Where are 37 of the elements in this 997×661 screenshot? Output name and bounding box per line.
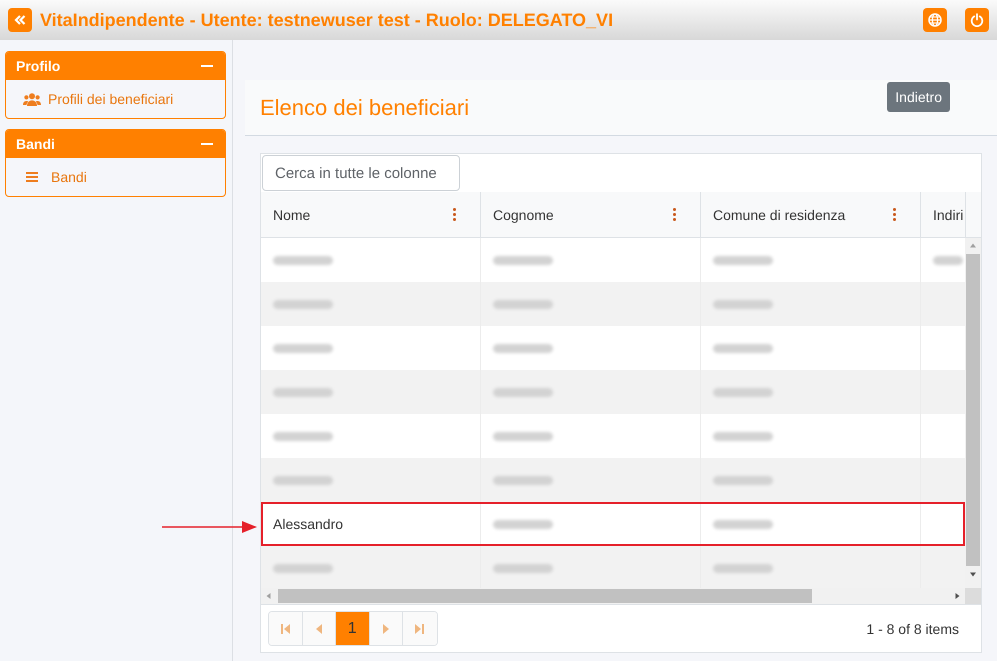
pager-info: 1 - 8 of 8 items — [866, 620, 959, 636]
column-header[interactable]: Comune di residenza — [713, 206, 846, 222]
page-title: Elenco dei beneficiari — [259, 94, 470, 122]
logout-button[interactable] — [965, 8, 989, 32]
language-button[interactable] — [923, 8, 947, 32]
skip-back-icon — [280, 624, 290, 634]
table-row[interactable]: Alessandro — [261, 502, 965, 546]
caret-left-icon — [316, 624, 322, 634]
globe-icon — [928, 13, 942, 27]
column-header[interactable]: Nome — [273, 206, 310, 222]
sidebar-item[interactable]: Bandi — [6, 158, 225, 196]
users-icon — [23, 92, 41, 106]
horizontal-scrollbar[interactable] — [261, 588, 965, 604]
scrollbar-thumb[interactable] — [278, 589, 812, 603]
table-row[interactable] — [261, 370, 965, 414]
sidebar-item[interactable]: Profili dei beneficiari — [6, 80, 225, 118]
skip-forward-icon — [415, 624, 424, 634]
double-chevron-left-icon — [14, 14, 26, 26]
vertical-scrollbar[interactable] — [965, 238, 981, 588]
scrollbar-thumb[interactable] — [966, 254, 980, 566]
menu-icon — [26, 172, 38, 182]
app-title: VitaIndipendente - Utente: testnewuser test - Ruolo: DELEGATO_VI — [40, 10, 614, 30]
caret-right-icon — [382, 624, 389, 634]
column-header[interactable]: Indiri — [933, 206, 964, 222]
page-button[interactable]: 1 — [336, 612, 370, 645]
power-icon — [970, 13, 984, 27]
panel-header[interactable]: Bandi — [6, 130, 225, 158]
kebab-menu-icon[interactable] — [893, 208, 896, 221]
search-field[interactable]: Cerca in tutte le colonne — [262, 155, 460, 191]
kebab-menu-icon[interactable] — [453, 208, 456, 221]
collapse-sidebar-button[interactable] — [8, 8, 32, 32]
kebab-menu-icon[interactable] — [673, 208, 676, 221]
table-row[interactable] — [261, 458, 965, 502]
back-button[interactable]: Indietro — [887, 82, 950, 112]
table-row[interactable] — [261, 282, 965, 326]
column-header[interactable]: Cognome — [493, 206, 554, 222]
panel-header[interactable]: Profilo — [6, 52, 225, 80]
